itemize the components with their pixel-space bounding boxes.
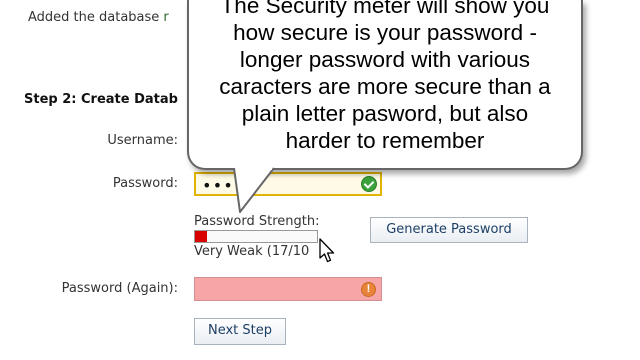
check-circle-icon: [361, 176, 377, 192]
password-strength-text: Very Weak (17/10: [194, 244, 310, 259]
notice-text: Added the database: [28, 10, 164, 25]
mouse-pointer-icon: [319, 238, 335, 263]
callout-line: The Security meter will show you: [220, 0, 550, 18]
callout-line: harder to remember: [285, 128, 485, 153]
generate-password-button[interactable]: Generate Password: [370, 217, 528, 243]
password-label: Password:: [112, 176, 178, 191]
notice-database-name: r: [163, 10, 169, 25]
callout-text: The Security meter will show you how sec…: [189, 0, 581, 154]
tutorial-callout: The Security meter will show you how sec…: [187, 0, 583, 170]
callout-line: how secure is your password -: [233, 20, 537, 45]
database-added-notice: Added the database r: [28, 10, 169, 25]
password-strength-meter: [194, 230, 318, 243]
step-heading: Step 2: Create Datab: [24, 92, 178, 107]
callout-line: longer password with various: [239, 47, 531, 72]
password-input[interactable]: •••••: [194, 172, 382, 196]
callout-line: plain letter pasword, but also: [241, 101, 529, 126]
username-label: Username:: [107, 133, 178, 148]
password-again-label: Password (Again):: [61, 281, 178, 296]
password-again-input[interactable]: !: [194, 277, 382, 301]
next-step-button[interactable]: Next Step: [194, 318, 286, 345]
password-strength-fill: [195, 231, 208, 242]
callout-line: caracters are more secure than a: [219, 74, 551, 99]
error-circle-icon: !: [361, 282, 376, 297]
callout-tail: [233, 166, 275, 213]
password-strength-label: Password Strength:: [194, 214, 320, 229]
